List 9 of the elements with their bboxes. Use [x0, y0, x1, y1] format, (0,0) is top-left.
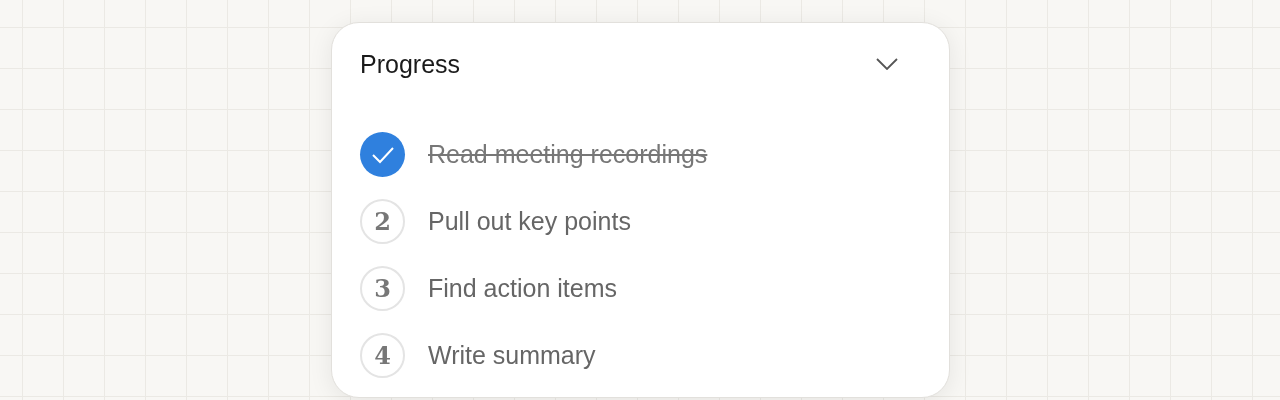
step-label: Read meeting recordings: [428, 138, 708, 170]
step-label: Write summary: [428, 339, 596, 371]
step-label: Pull out key points: [428, 205, 631, 237]
card-title: Progress: [360, 49, 461, 80]
step-number: 4: [360, 333, 405, 378]
chevron-icon: [876, 58, 898, 70]
step-number: 2: [360, 199, 405, 244]
step-number: 3: [360, 266, 405, 311]
step-label: Find action items: [428, 272, 617, 304]
